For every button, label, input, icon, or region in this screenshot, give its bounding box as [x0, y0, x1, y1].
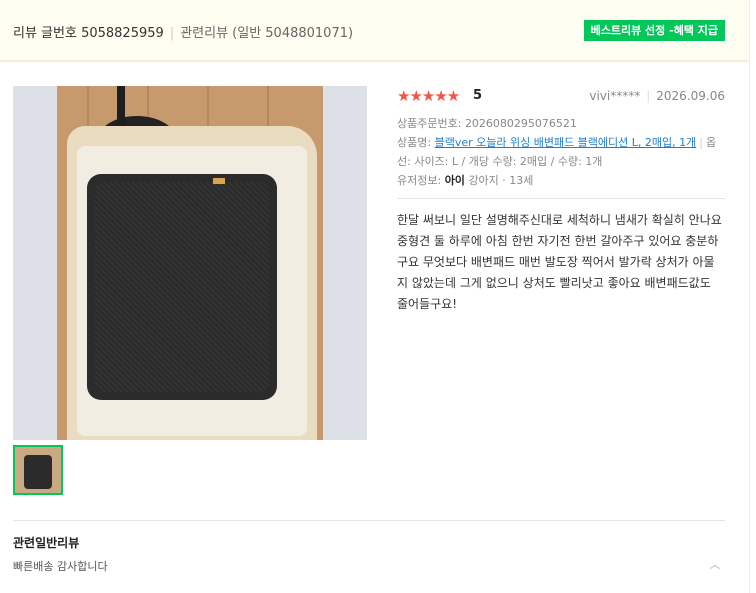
order-info: 상품주문번호: 2026080295076521 상품명: 블랙ver 오늘라 … — [397, 114, 725, 190]
thumbnail-pad — [24, 455, 52, 489]
related-review-item[interactable]: 빠른배송 감사합니다 — [13, 558, 108, 574]
related-review-number: 관련리뷰 (일반 5048801071) — [180, 26, 354, 41]
review-photo[interactable] — [13, 86, 367, 440]
user-info: 유저정보: 아이 강아지 · 13세 — [397, 171, 725, 190]
pad-tag — [213, 178, 225, 184]
user-info-pet: 강아지 · 13세 — [468, 174, 534, 187]
review-details: ★★★★★ 5 vivi***** | 2026.09.06 상품주문번호: 202… — [397, 86, 725, 315]
review-content: 한달 써보니 일단 설명해주신대로 세척하니 냄새가 확실히 안나요 중형견 둘… — [397, 213, 722, 311]
review-number-value: 5058825959 — [81, 26, 164, 41]
meta-separator: | — [646, 89, 651, 103]
black-pet-pad — [87, 174, 277, 400]
review-date: 2026.09.06 — [656, 89, 725, 103]
product-line: 상품명: 블랙ver 오늘라 위싱 배변패드 블랙에디션 L, 2매입, 1개 |… — [397, 133, 725, 152]
order-number: 상품주문번호: 2026080295076521 — [397, 114, 725, 133]
review-header: 리뷰 글번호 5058825959 | 관련리뷰 (일반 5048801071) 베… — [0, 0, 749, 62]
rating-score: 5 — [473, 88, 483, 103]
order-number-label: 상품주문번호: — [397, 117, 462, 130]
scrollbar[interactable] — [749, 0, 756, 593]
user-info-label: 유저정보: — [397, 174, 442, 187]
user-info-strong: 아이 — [444, 174, 465, 187]
content-divider — [397, 198, 725, 199]
reviewer-name: vivi***** — [589, 89, 641, 103]
pad-mesh — [95, 182, 269, 392]
header-separator: | — [169, 26, 175, 41]
reviewer-meta: vivi***** | 2026.09.06 — [589, 89, 725, 103]
product-separator: | — [699, 136, 703, 149]
rating-row: ★★★★★ 5 vivi***** | 2026.09.06 — [397, 86, 725, 106]
section-divider — [13, 520, 725, 521]
product-label: 상품명: — [397, 136, 432, 149]
option-line: 선: 사이즈: L / 개당 수량: 2매입 / 수량: 1개 — [397, 155, 603, 168]
chevron-up-icon[interactable]: ︿ — [708, 558, 722, 572]
review-number: 리뷰 글번호 5058825959 | 관련리뷰 (일반 5048801071) — [13, 22, 353, 41]
photo-thumbnail[interactable] — [13, 445, 63, 495]
order-number-value: 2026080295076521 — [464, 117, 577, 130]
related-reviews-title: 관련일반리뷰 — [13, 536, 80, 550]
option-prefix: 옵 — [705, 136, 717, 149]
best-review-badge: 베스트리뷰 선정 -혜택 지급 — [583, 20, 725, 41]
review-number-label: 리뷰 글번호 — [13, 26, 77, 41]
review-photo-image — [57, 86, 323, 440]
star-icon: ★★★★★ — [397, 87, 460, 105]
product-link[interactable]: 블랙ver 오늘라 위싱 배변패드 블랙에디션 L, 2매입, 1개 — [435, 136, 697, 149]
